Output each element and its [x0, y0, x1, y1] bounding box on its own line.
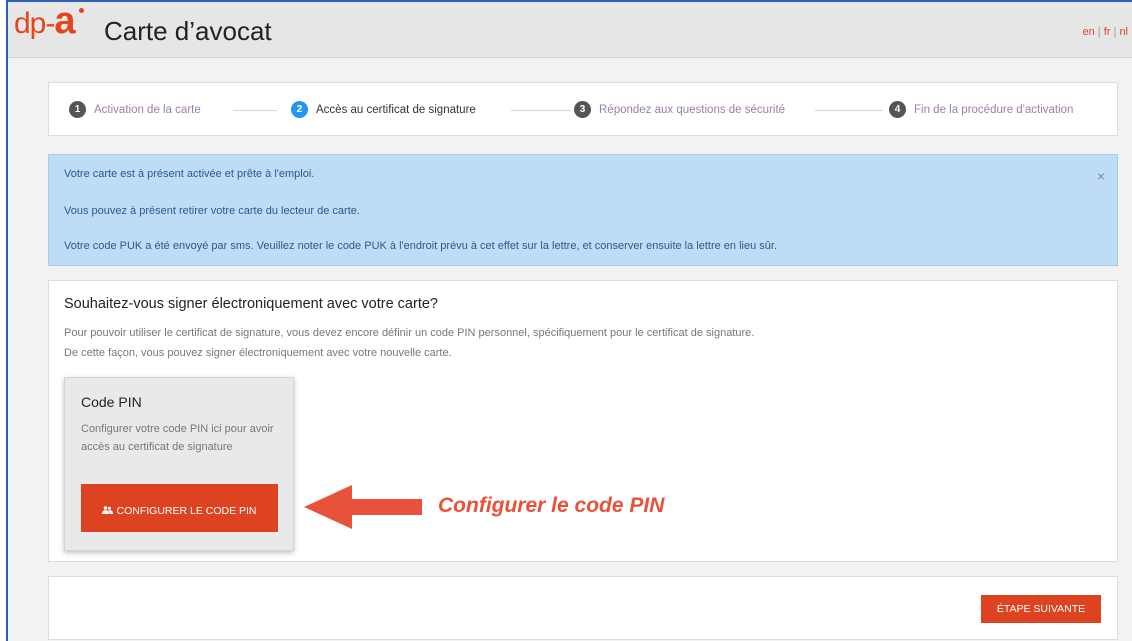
- panel-description: De cette façon, vous pouvez signer élect…: [64, 347, 452, 359]
- alert-line-puk: Votre code PUK a été envoyé par sms. Veu…: [64, 240, 778, 252]
- lang-separator: |: [1097, 26, 1101, 38]
- step-label: Fin de la procédure d'activation: [914, 103, 1074, 116]
- card-title: Code PIN: [81, 394, 142, 410]
- step-connector: [815, 110, 883, 111]
- language-switcher: en | fr | nl: [1082, 26, 1128, 38]
- panel-title: Souhaitez-vous signer électroniquement a…: [64, 296, 438, 312]
- step-number: 1: [69, 101, 86, 118]
- alert-line-activated: Votre carte est à présent activée et prê…: [64, 168, 315, 180]
- pin-code-card: Code PIN Configurer votre code PIN ici p…: [64, 377, 294, 551]
- close-icon[interactable]: ×: [1097, 168, 1105, 184]
- logo-letter: a: [54, 2, 84, 40]
- annotation-label: Configurer le code PIN: [438, 494, 665, 517]
- step-number: 3: [574, 101, 591, 118]
- step-4: 4 Fin de la procédure d'activation: [889, 101, 1073, 118]
- logo-prefix: dp-: [14, 7, 55, 40]
- info-alert: Votre carte est à présent activée et prê…: [48, 154, 1118, 266]
- lang-nl[interactable]: nl: [1119, 26, 1128, 38]
- step-number: 2: [291, 101, 308, 118]
- next-step-button[interactable]: ÉTAPE SUIVANTE: [981, 595, 1101, 623]
- step-label: Activation de la carte: [94, 103, 201, 116]
- dpa-logo[interactable]: dp- a: [14, 2, 84, 48]
- step-number: 4: [889, 101, 906, 118]
- lang-separator: |: [1113, 26, 1117, 38]
- step-3: 3 Répondez aux questions de sécurité: [574, 101, 785, 118]
- lang-fr[interactable]: fr: [1104, 26, 1111, 38]
- step-label: Répondez aux questions de sécurité: [599, 103, 786, 116]
- alert-line-remove-card: Vous pouvez à présent retirer votre cart…: [64, 205, 360, 217]
- app-header: dp- a Carte d’avocat en | fr | nl: [8, 2, 1132, 58]
- footer-bar: ÉTAPE SUIVANTE: [48, 576, 1118, 640]
- step-connector: [233, 110, 277, 111]
- activation-stepper: 1 Activation de la carte 2 Accès au cert…: [48, 82, 1118, 136]
- configure-pin-button[interactable]: CONFIGURER LE CODE PIN: [81, 484, 278, 532]
- panel-description: Pour pouvoir utiliser le certificat de s…: [64, 327, 755, 339]
- arrow-left-icon: [304, 485, 422, 529]
- logo-dot-icon: [78, 8, 84, 13]
- lang-en[interactable]: en: [1082, 26, 1094, 38]
- step-connector: [511, 110, 571, 111]
- step-label: Accès au certificat de signature: [316, 103, 476, 116]
- users-icon: [102, 506, 114, 514]
- step-1: 1 Activation de la carte: [69, 101, 201, 118]
- card-text: Configurer votre code PIN ici pour avoir…: [81, 423, 274, 453]
- configure-pin-label: CONFIGURER LE CODE PIN: [116, 505, 257, 517]
- step-2: 2 Accès au certificat de signature: [291, 101, 476, 118]
- signature-panel: Souhaitez-vous signer électroniquement a…: [48, 280, 1118, 562]
- page-title: Carte d’avocat: [104, 16, 272, 46]
